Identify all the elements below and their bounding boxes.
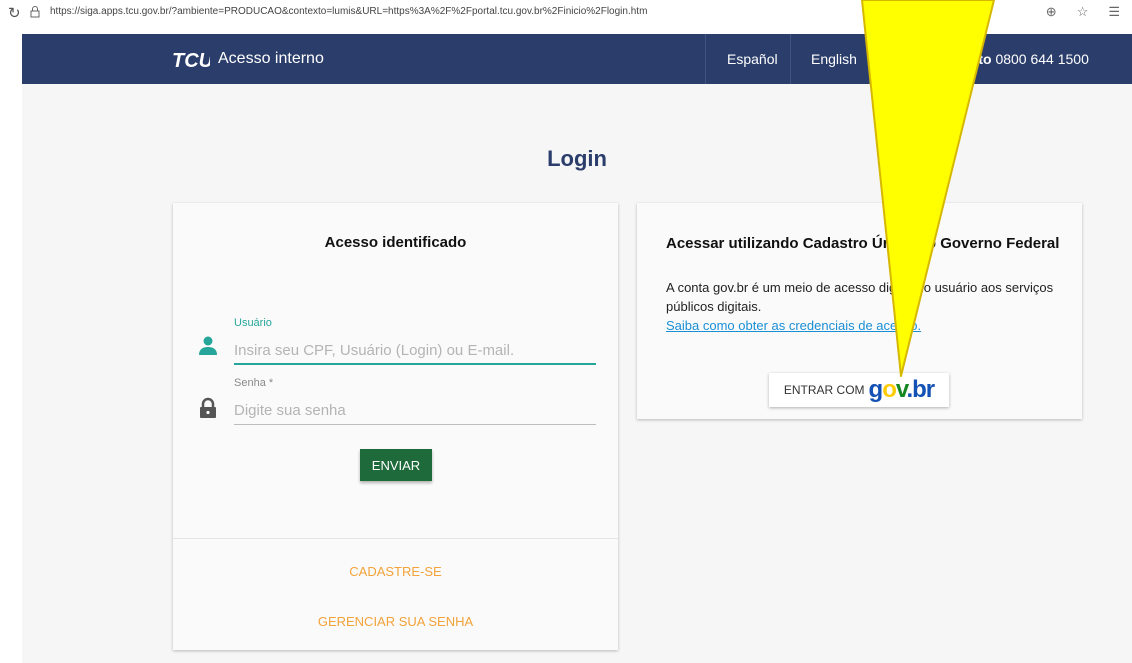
govbr-logo: gov.br: [868, 376, 936, 403]
password-input[interactable]: [234, 398, 596, 422]
username-field: Usuário: [234, 317, 596, 365]
header-divider: [705, 34, 706, 84]
password-field: Senha *: [234, 377, 596, 425]
password-underline: [234, 424, 596, 425]
site-title: Acesso interno: [218, 50, 324, 67]
site-header: TCU Acesso interno Español English Atend…: [22, 34, 1132, 84]
register-link[interactable]: CADASTRE-SE: [173, 564, 618, 579]
govbr-description: A conta gov.br é um meio de acesso digit…: [666, 280, 1054, 314]
identified-access-card: Acesso identificado Usuário Senha * ENVI…: [173, 203, 618, 650]
zoom-icon[interactable]: ⊕: [1046, 4, 1057, 20]
lang-english[interactable]: English: [811, 51, 857, 67]
govbr-login-button[interactable]: ENTRAR COM gov.br: [769, 373, 949, 407]
favorites-list-icon[interactable]: ☰: [1108, 4, 1120, 20]
user-icon: [199, 336, 217, 355]
govbr-heading: Acessar utilizando Cadastro Único do Gov…: [666, 235, 1060, 252]
submit-button[interactable]: ENVIAR: [360, 449, 432, 481]
page-title: Login: [547, 146, 607, 171]
header-divider: [869, 34, 870, 84]
password-label: Senha *: [234, 377, 274, 389]
favorite-icon[interactable]: ☆: [1077, 4, 1089, 20]
phone-contact: Atendimento 0800 644 1500: [906, 51, 1089, 67]
username-input[interactable]: [234, 338, 596, 362]
govbr-button-label: ENTRAR COM: [783, 383, 865, 397]
card-divider: [173, 538, 618, 539]
username-label: Usuário: [234, 317, 272, 329]
padlock-icon: [30, 6, 40, 18]
identified-access-heading: Acesso identificado: [324, 234, 467, 251]
svg-text:TCU: TCU: [172, 50, 210, 72]
username-underline: [234, 363, 596, 365]
header-divider: [790, 34, 791, 84]
browser-actions: ⊕ ☆ ☰: [1046, 4, 1120, 20]
tcu-logo[interactable]: TCU: [170, 45, 210, 75]
browser-toolbar: ↻ https://siga.apps.tcu.gov.br/?ambiente…: [0, 0, 1132, 34]
lock-icon: [200, 397, 216, 418]
govbr-help-link[interactable]: Saiba como obter as credenciais de acess…: [666, 318, 921, 333]
address-bar[interactable]: https://siga.apps.tcu.gov.br/?ambiente=P…: [50, 6, 647, 17]
lang-spanish[interactable]: Español: [727, 51, 778, 67]
reload-icon[interactable]: ↻: [8, 4, 21, 22]
govbr-access-card: Acessar utilizando Cadastro Único do Gov…: [637, 203, 1082, 419]
manage-password-link[interactable]: GERENCIAR SUA SENHA: [173, 614, 618, 629]
phone-icon: [885, 50, 898, 64]
page: TCU Acesso interno Español English Atend…: [22, 34, 1132, 663]
